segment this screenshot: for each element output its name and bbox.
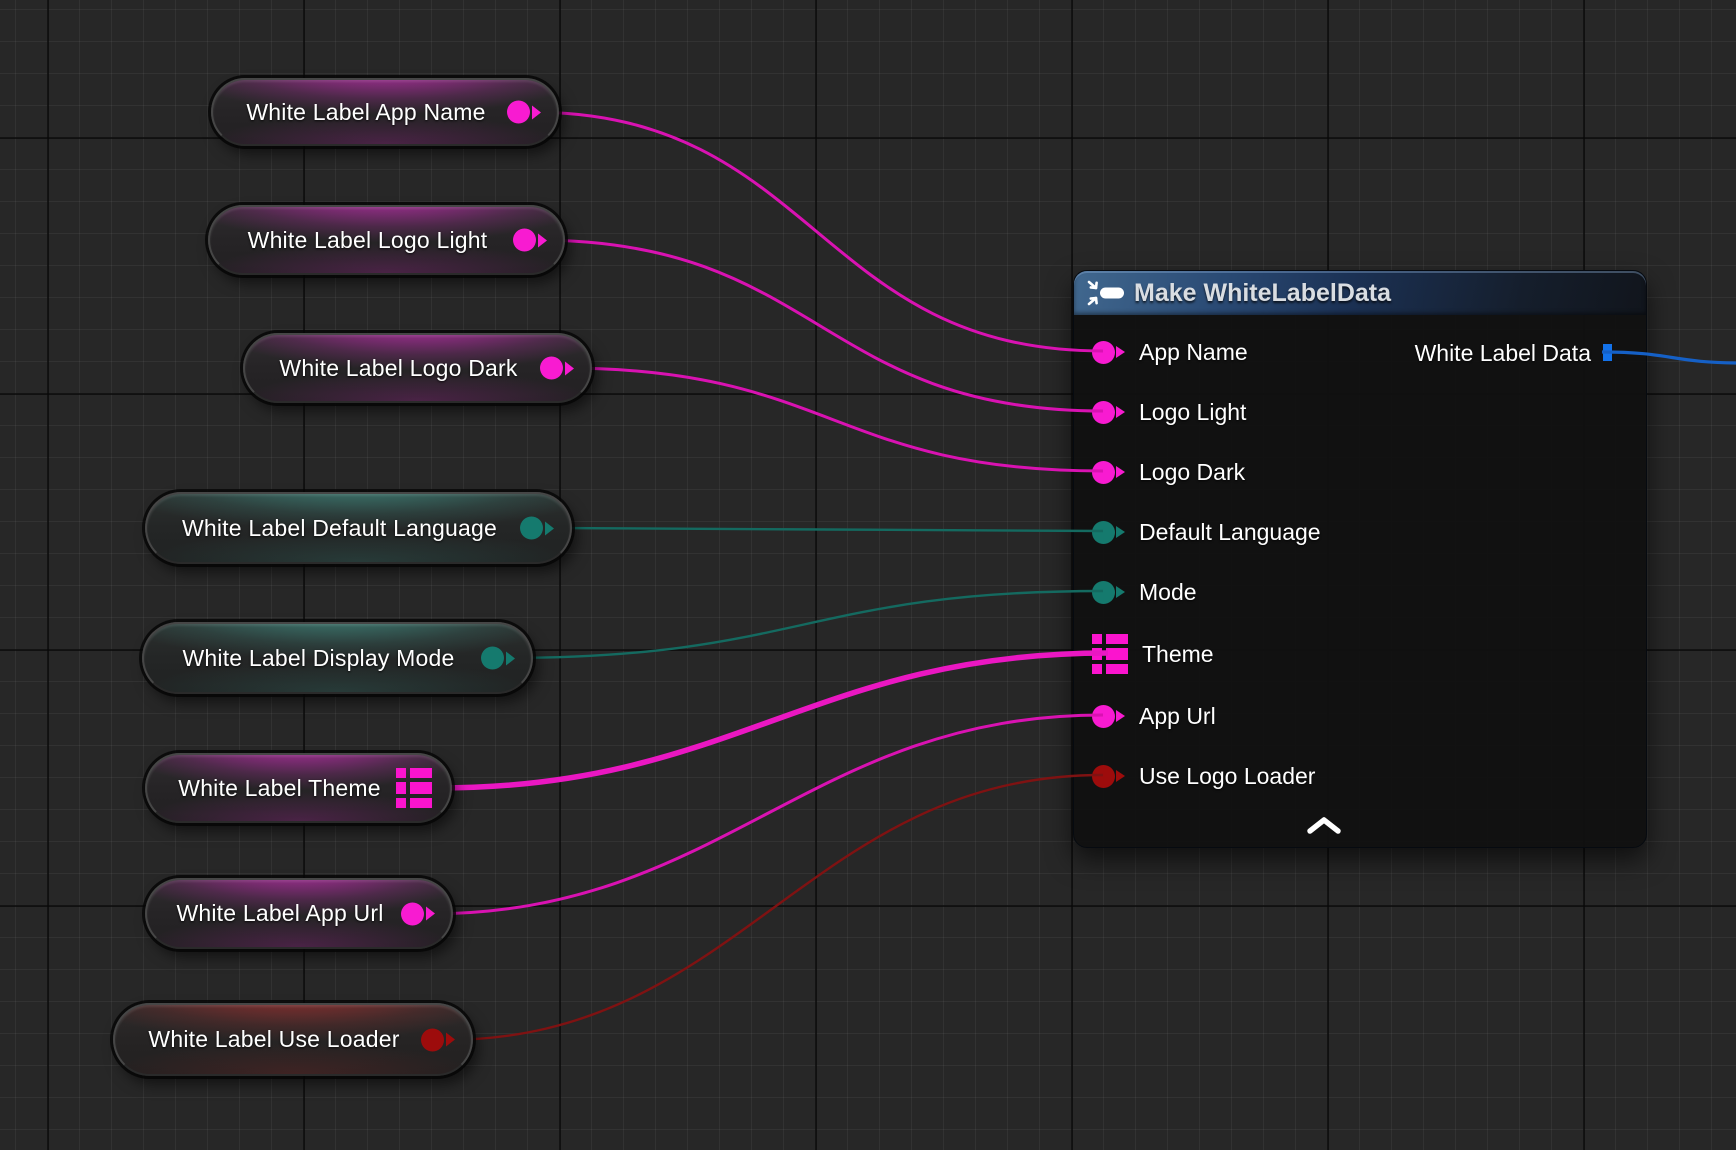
input-pin-label: Logo Dark — [1139, 459, 1245, 486]
input-pin-label: Use Logo Loader — [1139, 763, 1315, 790]
input-pin-label: App Name — [1139, 339, 1248, 366]
variable-getter-node[interactable]: White Label Logo Dark — [243, 333, 592, 403]
getter-label: White Label App Url — [160, 900, 437, 927]
variable-getter-node[interactable]: White Label Use Loader — [113, 1003, 473, 1076]
wire-bool-7[interactable] — [445, 775, 1103, 1040]
enum-pin-icon[interactable] — [520, 517, 554, 540]
wire-enum-3[interactable] — [548, 528, 1103, 531]
wire-string-1[interactable] — [536, 240, 1103, 411]
wire-enum-4[interactable] — [505, 591, 1103, 658]
wire-string-0[interactable] — [530, 112, 1103, 351]
blueprint-graph-canvas[interactable]: Make WhiteLabelData App Name Logo Light Lo… — [0, 0, 1736, 1150]
getter-label: White Label App Name — [230, 99, 539, 126]
wire-struct-5[interactable] — [438, 653, 1108, 788]
enum-pin-icon[interactable] — [481, 647, 515, 670]
variable-getter-node[interactable]: White Label Theme — [145, 753, 452, 823]
collapse-chevron-icon[interactable] — [1306, 815, 1342, 837]
variable-getter-node[interactable]: White Label Display Mode — [142, 622, 533, 694]
wire-string-2[interactable] — [562, 368, 1103, 471]
variable-getter-node[interactable]: White Label Logo Light — [208, 205, 565, 275]
bool-pin-icon[interactable] — [421, 1028, 455, 1051]
string-pin-icon[interactable] — [507, 101, 541, 124]
getter-label: White Label Use Loader — [132, 1026, 453, 1053]
input-pin-label: Mode — [1139, 579, 1197, 606]
string-pin-icon[interactable] — [401, 902, 435, 925]
make-whitelabeldata-node[interactable]: Make WhiteLabelData App Name Logo Light Lo… — [1073, 270, 1647, 848]
variable-getter-node[interactable]: White Label App Url — [145, 878, 453, 949]
wire-string-6[interactable] — [428, 715, 1103, 914]
getter-label: White Label Display Mode — [167, 645, 509, 672]
input-pin-label: App Url — [1139, 703, 1216, 730]
make-struct-icon — [1086, 279, 1126, 307]
input-pin-label: Theme — [1142, 641, 1214, 668]
struct-pin-icon[interactable] — [396, 768, 432, 808]
output-pin-label: White Label Data — [1415, 340, 1591, 367]
input-pin-label: Logo Light — [1139, 399, 1246, 426]
variable-getter-node[interactable]: White Label App Name — [211, 78, 559, 146]
getter-label: White Label Logo Light — [232, 227, 542, 254]
getter-label: White Label Default Language — [166, 515, 551, 542]
variable-getter-node[interactable]: White Label Default Language — [145, 492, 572, 564]
input-pin-label: Default Language — [1139, 519, 1321, 546]
getter-label: White Label Logo Dark — [263, 355, 571, 382]
getter-label: White Label Theme — [162, 775, 434, 802]
string-pin-icon[interactable] — [540, 357, 574, 380]
node-header[interactable]: Make WhiteLabelData — [1074, 271, 1646, 315]
node-title: Make WhiteLabelData — [1134, 279, 1391, 308]
string-pin-icon[interactable] — [513, 229, 547, 252]
